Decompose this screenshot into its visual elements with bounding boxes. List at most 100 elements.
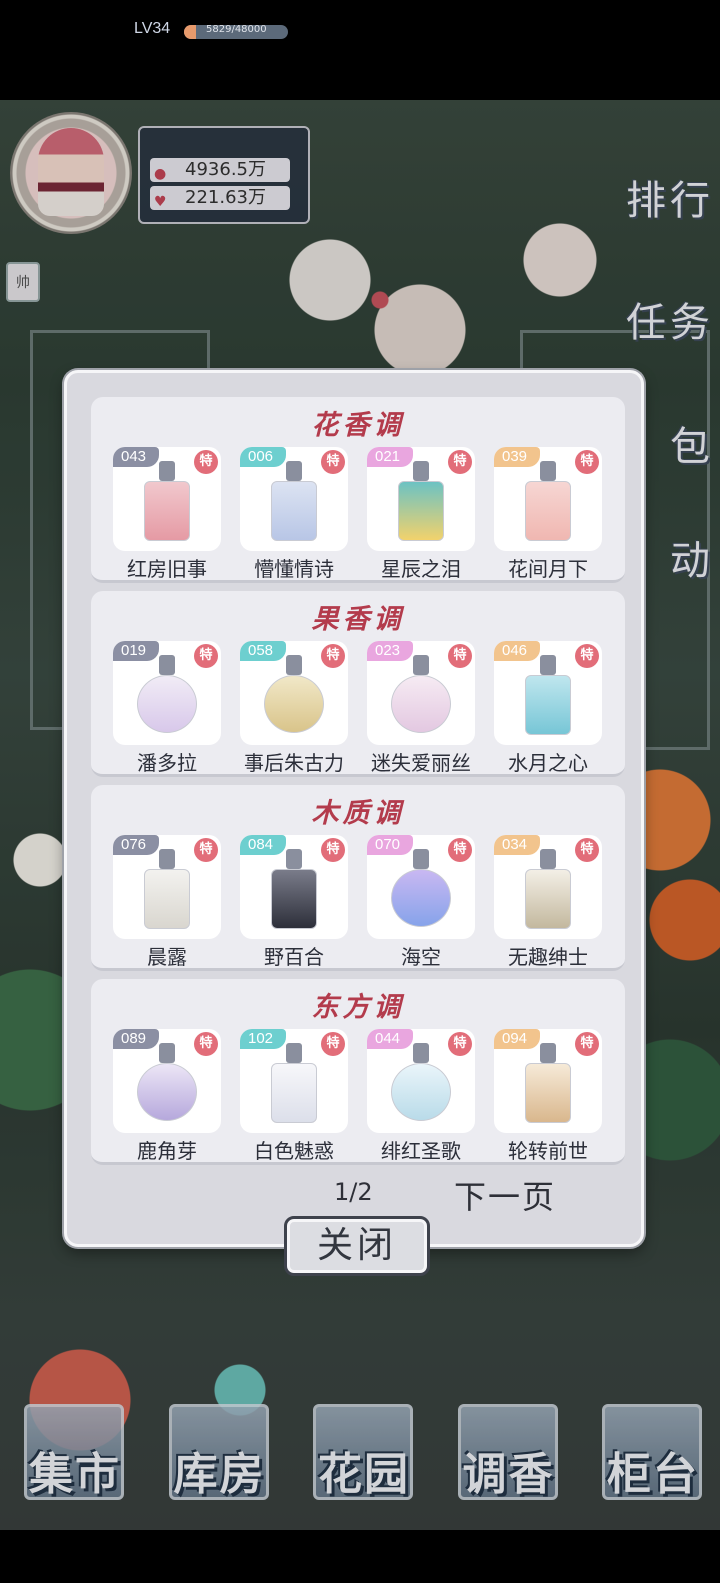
perfume-image[interactable]: 034 特 [494,835,602,939]
section-title: 东方调 [311,992,405,1023]
perfume-card[interactable]: 058 特事后朱古力 [240,641,348,775]
perfume-image[interactable]: 039 特 [494,447,602,551]
perfume-image[interactable]: 021 特 [367,447,475,551]
perfume-id-tag: 102 [240,1029,286,1049]
perfume-card[interactable]: 044 特绯红圣歌 [367,1029,475,1163]
bottle-cap-icon [286,461,302,481]
perfume-id-tag: 046 [494,641,540,661]
close-button[interactable]: 关闭 [284,1216,430,1276]
xp-text: 5829/48000 [206,24,267,35]
perfume-id-tag: 043 [113,447,159,467]
special-badge: 特 [194,644,218,668]
perfume-id-tag: 006 [240,447,286,467]
perfume-id-tag: 094 [494,1029,540,1049]
perfume-card[interactable]: 084 特野百合 [240,835,348,969]
perfume-card[interactable]: 102 特白色魅惑 [240,1029,348,1163]
perfume-name: 野百合 [264,945,324,969]
next-page-button[interactable]: 下一页 [454,1172,556,1218]
perfume-name: 潘多拉 [137,751,197,775]
bottle-cap-icon [413,1043,429,1063]
bottle-cap-icon [159,461,175,481]
perfume-id-tag: 034 [494,835,540,855]
perfume-card[interactable]: 039 特花间月下 [494,447,602,581]
perfume-card[interactable]: 006 特懵懂情诗 [240,447,348,581]
special-badge: 特 [575,450,599,474]
bottle-cap-icon [159,849,175,869]
perfume-image[interactable]: 089 特 [113,1029,221,1133]
perfume-card[interactable]: 023 特迷失爱丽丝 [367,641,475,775]
perfume-name: 鹿角芽 [137,1139,197,1163]
perfume-card[interactable]: 070 特海空 [367,835,475,969]
perfume-image[interactable]: 006 特 [240,447,348,551]
perfume-bottle-icon [391,1063,451,1121]
perfume-card[interactable]: 034 特无趣绅士 [494,835,602,969]
perfume-image[interactable]: 023 特 [367,641,475,745]
special-badge: 特 [575,644,599,668]
perfume-image[interactable]: 046 特 [494,641,602,745]
perfume-section: 花香调 043 特红房旧事 006 特懵懂情诗 021 特星辰之泪 039 特花间月下 [91,397,625,583]
perfume-image[interactable]: 084 特 [240,835,348,939]
perfume-id-tag: 039 [494,447,540,467]
section-title: 果香调 [311,604,405,635]
perfume-bottle-icon [137,1063,197,1121]
perfume-section: 东方调 089 特鹿角芽 102 特白色魅惑 044 特绯红圣歌 094 特轮转前世 [91,979,625,1165]
perfume-card[interactable]: 076 特晨露 [113,835,221,969]
special-badge: 特 [321,1032,345,1056]
perfume-bottle-icon [525,1063,571,1123]
perfume-name: 无趣绅士 [508,945,588,969]
perfume-card[interactable]: 089 特鹿角芽 [113,1029,221,1163]
perfume-card[interactable]: 094 特轮转前世 [494,1029,602,1163]
perfume-card[interactable]: 019 特潘多拉 [113,641,221,775]
perfume-card[interactable]: 043 特红房旧事 [113,447,221,581]
bottle-cap-icon [286,655,302,675]
perfume-card[interactable]: 021 特星辰之泪 [367,447,475,581]
perfume-bottle-icon [271,1063,317,1123]
perfume-card[interactable]: 046 特水月之心 [494,641,602,775]
perfume-name: 海空 [401,945,441,969]
special-badge: 特 [448,644,472,668]
perfume-id-tag: 044 [367,1029,413,1049]
perfume-name: 星辰之泪 [381,557,461,581]
perfume-id-tag: 021 [367,447,413,467]
special-badge: 特 [321,644,345,668]
perfume-bottle-icon [144,869,190,929]
perfume-bottle-icon [391,869,451,927]
bottle-cap-icon [540,849,556,869]
perfume-bottle-icon [137,675,197,733]
special-badge: 特 [448,450,472,474]
perfume-bottle-icon [264,675,324,733]
special-badge: 特 [194,838,218,862]
perfume-id-tag: 058 [240,641,286,661]
bottle-cap-icon [286,849,302,869]
bottle-cap-icon [540,1043,556,1063]
perfume-image[interactable]: 070 特 [367,835,475,939]
perfume-image[interactable]: 076 特 [113,835,221,939]
player-level: LV34 [134,20,171,37]
bottle-cap-icon [286,1043,302,1063]
perfume-image[interactable]: 058 特 [240,641,348,745]
perfume-id-tag: 089 [113,1029,159,1049]
perfume-bottle-icon [144,481,190,541]
perfume-id-tag: 084 [240,835,286,855]
perfume-id-tag: 023 [367,641,413,661]
perfume-section: 果香调 019 特潘多拉 058 特事后朱古力 023 特迷失爱丽丝 046 特水月之心 [91,591,625,777]
perfume-section: 木质调 076 特晨露 084 特野百合 070 特海空 034 特无趣绅士 [91,785,625,971]
special-badge: 特 [575,1032,599,1056]
special-badge: 特 [575,838,599,862]
perfume-bottle-icon [271,869,317,929]
perfume-image[interactable]: 102 特 [240,1029,348,1133]
section-title: 花香调 [311,410,405,441]
perfume-image[interactable]: 094 特 [494,1029,602,1133]
perfume-bottle-icon [525,481,571,541]
perfume-id-tag: 070 [367,835,413,855]
perfume-image[interactable]: 019 特 [113,641,221,745]
perfume-id-tag: 019 [113,641,159,661]
perfume-name: 花间月下 [508,557,588,581]
special-badge: 特 [448,838,472,862]
section-title: 木质调 [311,798,405,829]
perfume-image[interactable]: 044 特 [367,1029,475,1133]
perfume-image[interactable]: 043 特 [113,447,221,551]
perfume-name: 绯红圣歌 [381,1139,461,1163]
special-badge: 特 [194,1032,218,1056]
perfume-bottle-icon [271,481,317,541]
